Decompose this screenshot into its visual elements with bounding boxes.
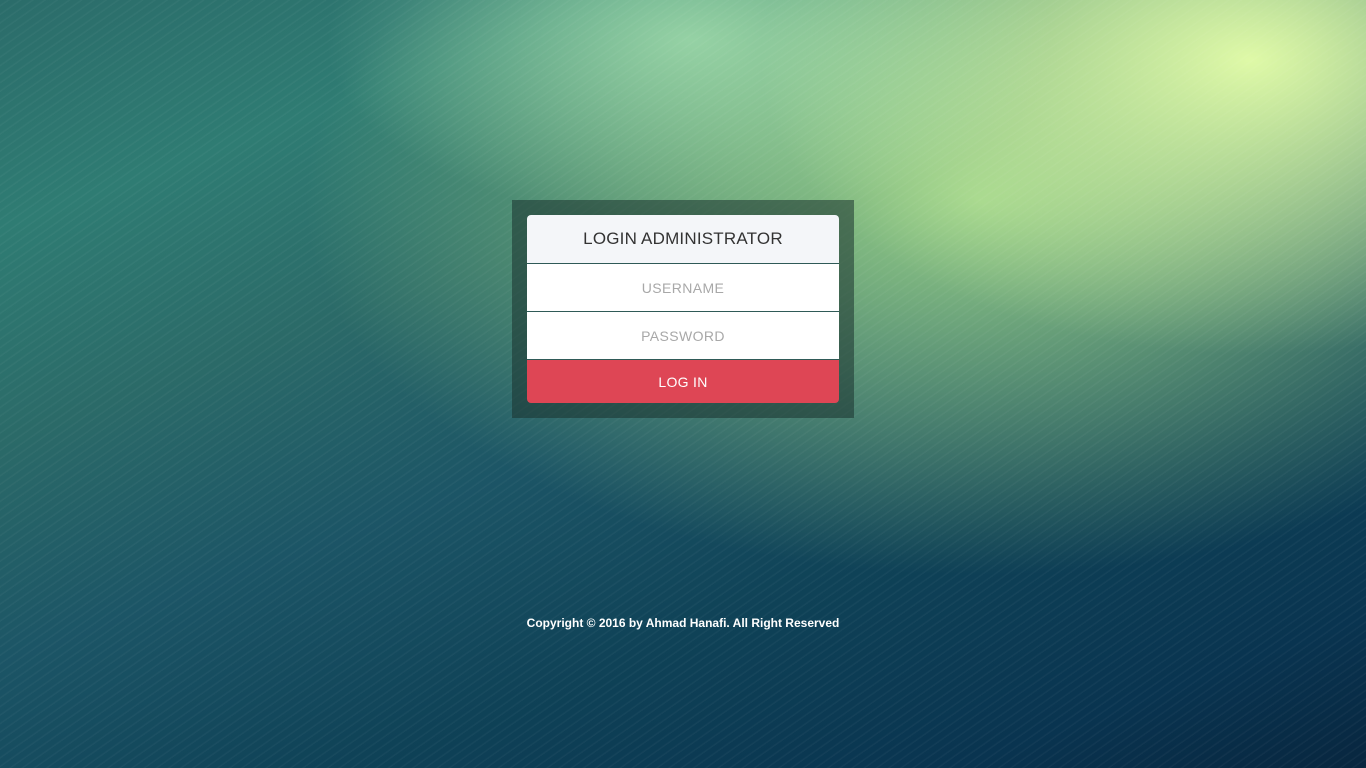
- login-button[interactable]: LOG IN: [527, 360, 839, 403]
- login-title: LOGIN ADMINISTRATOR: [527, 215, 839, 264]
- login-panel: LOGIN ADMINISTRATOR LOG IN: [512, 200, 854, 418]
- password-field-wrapper: [527, 311, 839, 360]
- username-field-wrapper: [527, 263, 839, 312]
- password-input[interactable]: [527, 311, 839, 360]
- login-form: LOGIN ADMINISTRATOR LOG IN: [527, 215, 839, 403]
- copyright-text: Copyright © 2016 by Ahmad Hanafi. All Ri…: [526, 616, 840, 630]
- username-input[interactable]: [527, 263, 839, 312]
